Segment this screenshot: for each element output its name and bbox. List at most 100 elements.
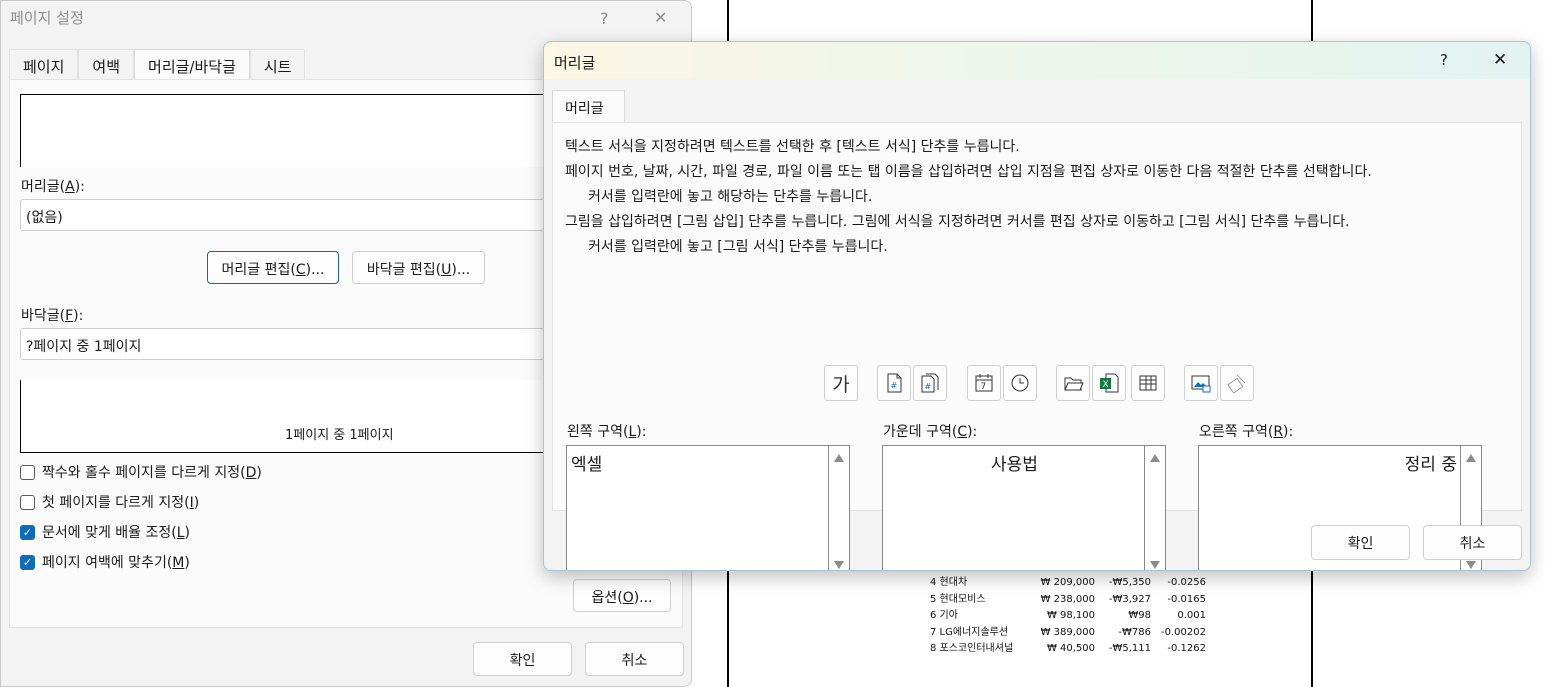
insert-page-number-button[interactable]: # (877, 365, 911, 401)
table-row: 8 포스코인터내셔널 ₩ 40,500 -₩5,111 -0.1262 (930, 641, 1206, 658)
dialog-title: 페이지 설정 (10, 9, 84, 27)
cell-change: -₩5,111 (1108, 643, 1151, 655)
center-section-input[interactable]: 사용법 (882, 445, 1166, 570)
cell-rate: -0.0165 (1167, 593, 1206, 605)
page-number-icon: # (887, 373, 902, 393)
odd-even-checkbox-row[interactable]: 짝수와 홀수 페이지를 다르게 지정(D) (20, 462, 262, 482)
tab-header-footer[interactable]: 머리글/바닥글 (134, 49, 250, 80)
insert-time-button[interactable] (1003, 365, 1037, 401)
svg-text:7: 7 (981, 382, 987, 392)
calendar-icon: 7 (975, 374, 993, 392)
insert-date-button[interactable]: 7 (967, 365, 1001, 401)
odd-even-label: 짝수와 홀수 페이지를 다르게 지정(D) (42, 465, 262, 481)
header-label: 머리글(A): (21, 179, 85, 195)
cell-change: -₩3,927 (1108, 593, 1151, 605)
help-button[interactable]: ? (600, 9, 609, 28)
cell-rate: -0.00202 (1161, 626, 1206, 638)
align-margins-checkbox-row[interactable]: ✓ 페이지 여백에 맞추기(M) (20, 552, 190, 572)
ok-button[interactable]: 확인 (473, 642, 572, 676)
first-page-checkbox[interactable] (20, 494, 35, 510)
cell-rate: -0.1262 (1167, 643, 1206, 655)
cell-name: 6 기아 (930, 610, 958, 622)
instruction-line: 커서를 입력란에 놓고 해당하는 단추를 누릅니다. (588, 189, 873, 205)
tab-sheet[interactable]: 시트 (249, 49, 306, 80)
left-section-text: 엑셀 (571, 455, 603, 475)
cancel-button[interactable]: 취소 (1423, 525, 1522, 560)
center-section-text: 사용법 (991, 455, 1038, 475)
left-section-label: 왼쪽 구역(L): (567, 424, 647, 440)
left-section-scrollbar[interactable] (828, 446, 849, 570)
cell-price: ₩ 238,000 (1040, 593, 1095, 605)
scale-with-doc-checkbox-row[interactable]: ✓ 문서에 맞게 배율 조정(L) (20, 522, 190, 542)
cell-price: ₩ 98,100 (1046, 610, 1095, 622)
help-button[interactable]: ? (1440, 51, 1448, 69)
cell-name: 7 LG에너지솔루션 (930, 626, 1009, 638)
cell-name: 4 현대차 (930, 577, 968, 588)
folder-icon (1064, 377, 1084, 391)
tab-page[interactable]: 페이지 (9, 49, 79, 80)
insert-page-count-button[interactable]: # (913, 365, 947, 401)
edit-header-button[interactable]: 머리글 편집(C)... (207, 251, 339, 284)
center-section-scrollbar[interactable] (1144, 446, 1165, 570)
cell-rate: -0.0256 (1167, 577, 1206, 588)
table-row: 4 현대차 ₩ 209,000 -₩5,350 -0.0256 (930, 575, 1206, 592)
ok-button[interactable]: 확인 (1311, 525, 1410, 560)
header-select-value: (없음) (26, 210, 63, 226)
cancel-button[interactable]: 취소 (585, 642, 684, 676)
insert-file-path-button[interactable] (1056, 365, 1090, 401)
format-picture-icon (1227, 374, 1246, 394)
picture-icon (1191, 375, 1211, 393)
scroll-down-icon[interactable] (834, 561, 844, 569)
scale-with-doc-label: 문서에 맞게 배율 조정(L) (42, 525, 191, 541)
align-margins-checkbox[interactable]: ✓ (20, 554, 35, 570)
scroll-up-icon[interactable] (1466, 454, 1476, 462)
header-dialog-titlebar: 머리글 ? ✕ (544, 42, 1530, 79)
tab-margins[interactable]: 여백 (78, 49, 135, 80)
footer-preview: 1페이지 중 1페이지 (20, 380, 550, 453)
options-button[interactable]: 옵션(O)... (573, 579, 671, 612)
format-text-icon: 가 (832, 373, 850, 396)
svg-text:#: # (925, 382, 932, 391)
left-section-input[interactable]: 엑셀 (566, 445, 850, 570)
sheet-icon (1139, 375, 1157, 391)
edit-footer-button[interactable]: 바닥글 편집(U)... (352, 251, 485, 284)
scroll-down-icon[interactable] (1150, 561, 1160, 569)
instruction-line: 그림을 삽입하려면 [그림 삽입] 단추를 누릅니다. 그림에 서식을 지정하려… (565, 214, 1350, 230)
table-row: 6 기아 ₩ 98,100 ₩98 0.001 (930, 608, 1206, 625)
align-margins-label: 페이지 여백에 맞추기(M) (42, 555, 190, 571)
header-select[interactable]: (없음) (20, 199, 555, 231)
scale-with-doc-checkbox[interactable]: ✓ (20, 524, 35, 540)
tab-header[interactable]: 머리글 (552, 90, 625, 123)
center-section-label: 가운데 구역(C): (883, 424, 978, 440)
first-page-checkbox-row[interactable]: 첫 페이지를 다르게 지정(I) (20, 492, 199, 512)
format-picture-button[interactable] (1220, 365, 1254, 401)
odd-even-checkbox[interactable] (20, 464, 35, 480)
instruction-line: 커서를 입력란에 놓고 [그림 서식] 단추를 누릅니다. (588, 239, 888, 255)
footer-label: 바닥글(F): (21, 308, 84, 324)
footer-select[interactable]: ?페이지 중 1페이지 (20, 328, 555, 360)
scroll-up-icon[interactable] (834, 454, 844, 462)
header-preview (20, 94, 550, 167)
worksheet-table: 4 현대차 ₩ 209,000 -₩5,350 -0.0256 5 현대모비스 … (930, 575, 1206, 658)
header-dialog: 머리글 ? ✕ 머리글 텍스트 서식을 지정하려면 텍스트를 선택한 후 [텍스… (543, 41, 1531, 571)
format-text-button[interactable]: 가 (824, 365, 858, 401)
insert-picture-button[interactable] (1184, 365, 1218, 401)
cell-rate: 0.001 (1177, 610, 1206, 622)
insert-file-name-button[interactable]: X (1092, 365, 1126, 401)
footer-select-value: ?페이지 중 1페이지 (26, 339, 142, 355)
scroll-up-icon[interactable] (1150, 454, 1160, 462)
clock-icon (1011, 374, 1029, 392)
tab-strip: 페이지 여백 머리글/바닥글 시트 (9, 49, 306, 80)
scroll-down-icon[interactable] (1466, 561, 1476, 569)
cell-change: -₩5,350 (1108, 577, 1151, 588)
close-button[interactable]: ✕ (654, 8, 667, 27)
close-button[interactable]: ✕ (1493, 50, 1507, 70)
cell-change: -₩786 (1118, 626, 1151, 638)
cell-price: ₩ 209,000 (1040, 577, 1095, 588)
svg-text:#: # (891, 381, 898, 390)
insert-sheet-name-button[interactable] (1131, 365, 1165, 401)
cell-price: ₩ 389,000 (1040, 626, 1095, 638)
cell-name: 8 포스코인터내셔널 (930, 643, 1014, 655)
footer-preview-text: 1페이지 중 1페이지 (285, 428, 394, 443)
right-section-label: 오른쪽 구역(R): (1199, 424, 1294, 440)
